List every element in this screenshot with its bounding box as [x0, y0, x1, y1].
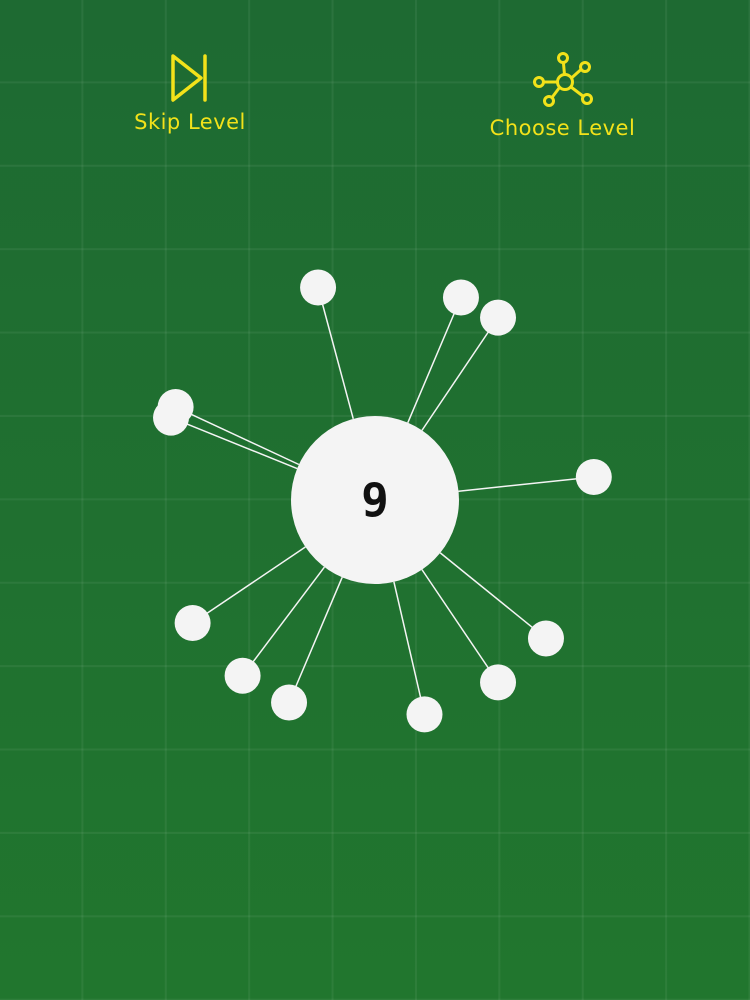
pin-line: [421, 569, 499, 683]
pin-ball: [527, 620, 564, 657]
pin-ball: [406, 696, 443, 733]
game-board[interactable]: 9: [0, 0, 750, 1000]
pin-ball: [174, 605, 211, 642]
pin-ball: [153, 399, 190, 436]
pin-ball: [271, 684, 308, 721]
pin-line: [458, 476, 594, 492]
pin-line: [175, 406, 300, 466]
pin-line: [421, 317, 499, 431]
pin-ball: [300, 269, 337, 306]
pin-line: [393, 581, 426, 715]
pin-line: [242, 566, 326, 677]
pin-line: [288, 577, 343, 703]
pin-ball: [442, 279, 479, 316]
game-screen: Skip Level Choose Level 9: [0, 0, 750, 1000]
pin-line: [317, 287, 354, 420]
pin-ball: [480, 299, 517, 336]
pin-line: [192, 546, 306, 624]
pin-line: [439, 552, 547, 640]
pin-line: [407, 297, 462, 423]
pin-ball: [575, 459, 612, 496]
pin-line: [170, 416, 298, 470]
pin-ball: [480, 664, 517, 701]
pin-ball: [224, 657, 261, 694]
level-number: 9: [361, 473, 389, 527]
